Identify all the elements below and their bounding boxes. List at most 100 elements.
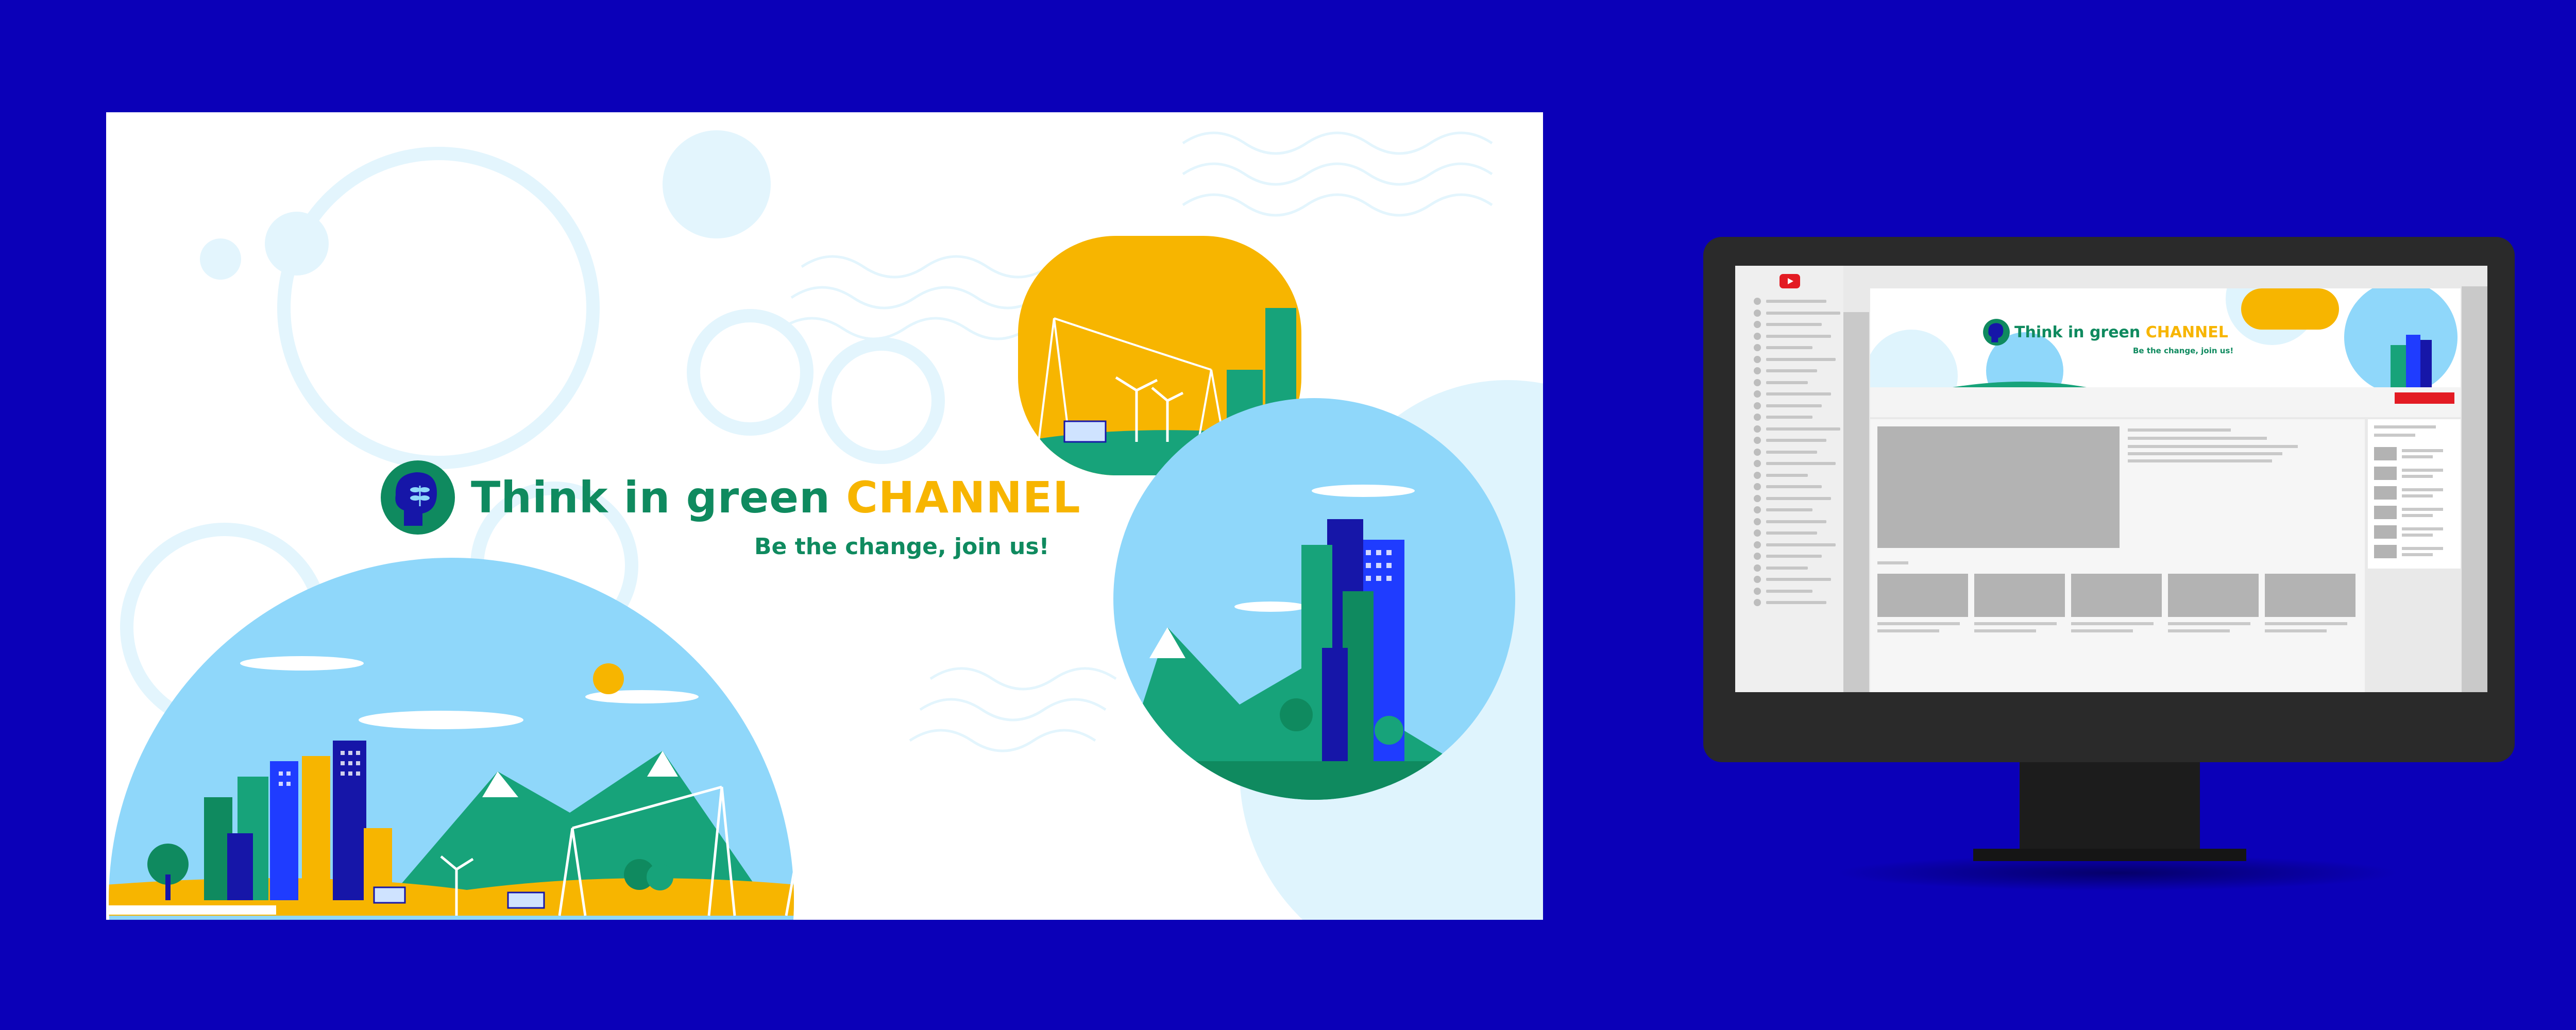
sidebar-item-label[interactable] [1766, 543, 1836, 546]
sidebar-item-icon[interactable] [1754, 471, 1761, 479]
sidebar-item-icon[interactable] [1754, 587, 1761, 595]
sidebar-item-icon[interactable] [1754, 414, 1761, 421]
channel-thumbnail[interactable] [2374, 486, 2397, 500]
channel-thumbnail[interactable] [2374, 525, 2397, 539]
sidebar-item-label[interactable] [1766, 369, 1817, 372]
channel-thumbnail[interactable] [2374, 447, 2397, 460]
channel-meta-line [2402, 494, 2433, 497]
head-plant-logo-icon [381, 460, 455, 535]
video-thumbnail[interactable] [1877, 574, 1968, 617]
sidebar-item-icon[interactable] [1754, 425, 1761, 433]
sidebar-item-label[interactable] [1766, 346, 1812, 349]
subscribe-button[interactable] [2395, 392, 2454, 404]
sidebar-item-label[interactable] [1766, 334, 1831, 338]
sidebar-item-label[interactable] [1766, 392, 1831, 396]
sidebar-item-icon[interactable] [1754, 402, 1761, 409]
preview-channel-header [1870, 387, 2461, 417]
sidebar-item-icon[interactable] [1754, 367, 1761, 374]
sidebar-item-icon[interactable] [1754, 483, 1761, 490]
sidebar-item-icon[interactable] [1754, 390, 1761, 398]
sidebar-item-label[interactable] [1766, 531, 1817, 535]
sidebar-item-icon[interactable] [1754, 309, 1761, 317]
featured-video-title [2128, 428, 2231, 432]
sidebar-item-icon[interactable] [1754, 379, 1761, 386]
sidebar-item-label[interactable] [1766, 323, 1822, 326]
sidebar-item-icon[interactable] [1754, 599, 1761, 606]
banner-title-row: Think in green CHANNEL [379, 456, 1081, 539]
channel-thumbnail[interactable] [2374, 506, 2397, 519]
youtube-channel-preview: Think in green CHANNEL Be the change, jo… [1735, 266, 2487, 692]
sidebar-item-icon[interactable] [1754, 355, 1761, 363]
preview-logo-icon [1983, 319, 2010, 346]
channel-thumbnail[interactable] [2374, 467, 2397, 480]
sidebar-item-label[interactable] [1766, 404, 1822, 407]
sidebar-item-label[interactable] [1766, 485, 1822, 488]
sidebar-item-icon[interactable] [1754, 564, 1761, 572]
preview-title: Think in green CHANNEL [2014, 323, 2228, 341]
sidebar-item-icon[interactable] [1754, 529, 1761, 537]
sidebar-item-label[interactable] [1766, 520, 1826, 523]
sidebar-item-label[interactable] [1766, 601, 1826, 604]
sidebar-item-label[interactable] [1766, 555, 1822, 558]
sidebar-item-icon[interactable] [1754, 332, 1761, 340]
video-thumbnail[interactable] [2071, 574, 2162, 617]
monitor: Think in green CHANNEL Be the change, jo… [1703, 237, 2515, 762]
sidebar-item-label[interactable] [1766, 496, 1831, 500]
sidebar-item-label[interactable] [1766, 450, 1817, 454]
section-heading [1877, 561, 1908, 564]
sidebar-item-label[interactable] [1766, 427, 1840, 431]
sidebar-item-label[interactable] [1766, 589, 1812, 593]
sidebar-item-label[interactable] [1766, 508, 1812, 511]
featured-video-line [2128, 437, 2267, 440]
preview-right-panel [2368, 419, 2461, 569]
video-thumbnail[interactable] [2168, 574, 2259, 617]
banner-title-main: Think in green [471, 472, 831, 523]
channel-meta-line [2402, 547, 2443, 550]
sidebar-item-label[interactable] [1766, 462, 1836, 465]
monitor-stand-neck [2020, 762, 2200, 851]
video-thumbnail[interactable] [2265, 574, 2355, 617]
sidebar-item-icon[interactable] [1754, 518, 1761, 525]
sidebar-item-icon[interactable] [1754, 506, 1761, 513]
channel-meta-line [2402, 514, 2433, 517]
preview-title-accent: CHANNEL [2145, 323, 2228, 341]
youtube-logo-icon[interactable] [1780, 274, 1800, 288]
preview-right-gutter [2462, 286, 2487, 692]
channel-meta-line [2402, 553, 2433, 556]
panel-subheading [2374, 434, 2415, 437]
sidebar-item-icon[interactable] [1754, 541, 1761, 548]
sidebar-item-icon[interactable] [1754, 448, 1761, 456]
video-meta-line [1974, 622, 2057, 625]
channel-meta-line [2402, 469, 2443, 472]
video-meta-line [1974, 629, 2036, 632]
featured-video-line [2128, 452, 2282, 455]
sidebar-item-icon[interactable] [1754, 321, 1761, 328]
video-meta-line [2071, 622, 2154, 625]
video-thumbnail[interactable] [1974, 574, 2065, 617]
channel-meta-line [2402, 508, 2443, 511]
sidebar-item-icon[interactable] [1754, 460, 1761, 467]
sidebar-item-label[interactable] [1766, 381, 1808, 384]
sidebar-item-label[interactable] [1766, 566, 1808, 570]
monitor-stand-base [1973, 849, 2246, 861]
sidebar-item-icon[interactable] [1754, 298, 1761, 305]
banner-title-accent: CHANNEL [846, 472, 1081, 523]
sidebar-item-icon[interactable] [1754, 553, 1761, 560]
sidebar-item-label[interactable] [1766, 311, 1840, 315]
preview-banner: Think in green CHANNEL Be the change, jo… [1870, 288, 2461, 387]
sidebar-item-icon[interactable] [1754, 437, 1761, 444]
channel-thumbnail[interactable] [2374, 545, 2397, 558]
sidebar-item-label[interactable] [1766, 300, 1826, 303]
sidebar-item-icon[interactable] [1754, 494, 1761, 502]
sidebar-item-label[interactable] [1766, 578, 1831, 581]
sidebar-item-label[interactable] [1766, 357, 1836, 361]
sidebar-item-icon[interactable] [1754, 576, 1761, 583]
featured-video-line [2128, 459, 2272, 462]
sidebar-item-icon[interactable] [1754, 344, 1761, 351]
sidebar-item-label[interactable] [1766, 439, 1826, 442]
featured-video-thumbnail[interactable] [1877, 426, 2120, 548]
channel-meta-line [2402, 449, 2443, 452]
sidebar-item-label[interactable] [1766, 416, 1812, 419]
channel-banner: Think in green CHANNEL Be the change, jo… [106, 112, 1543, 920]
sidebar-item-label[interactable] [1766, 473, 1808, 477]
